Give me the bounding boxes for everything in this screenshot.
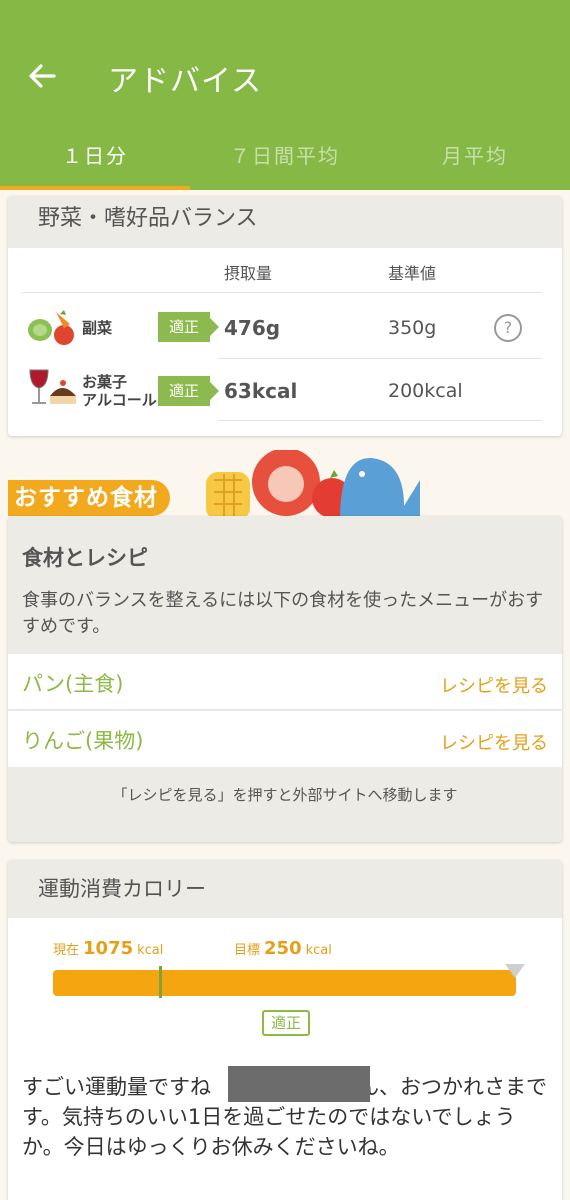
side-dish-label: 副菜: [82, 319, 113, 337]
help-icon[interactable]: ?: [494, 314, 522, 342]
view-recipe-link[interactable]: レシピを見る: [440, 672, 548, 698]
status-badge: 適正: [262, 1010, 310, 1036]
sweets-alcohol-label-line1: お菓子: [82, 373, 128, 391]
back-arrow-icon[interactable]: [24, 58, 60, 94]
list-item: パン(主食) レシピを見る: [8, 654, 562, 710]
list-item: りんご(果物) レシピを見る: [8, 711, 562, 767]
balance-card: 野菜・嗜好品バランス 摂取量 基準値 副菜 適正 476g 350g ? お菓子…: [8, 196, 562, 436]
vegetables-icon: [28, 310, 74, 345]
side-dish-standard: 350g: [388, 317, 437, 339]
goal-value: 250: [264, 938, 302, 959]
page-title: アドバイス: [108, 64, 263, 99]
goal-marker: [159, 966, 162, 998]
tab-seven-day-average[interactable]: ７日間平均: [190, 140, 380, 169]
view-recipe-link[interactable]: レシピを見る: [440, 729, 548, 755]
recipe-card: 食材とレシピ 食事のバランスを整えるには以下の食材を使ったメニューがおすすめです…: [8, 516, 562, 842]
sweets-alcohol-standard: 200kcal: [388, 380, 463, 402]
standard-column-header: 基準値: [388, 264, 437, 283]
app-bar: アドバイス １日分 ７日間平均 月平均: [0, 0, 570, 190]
exercise-calories-card: 運動消費カロリー 現在 1075 kcal 目標 250 kcal 適正 すごい運動量で…: [8, 860, 562, 1200]
balance-card-title: 野菜・嗜好品バランス: [8, 196, 562, 248]
sweets-alcohol-intake: 63kcal: [224, 379, 298, 403]
external-site-note: 「レシピを見る」を押すと外部サイトへ移動します: [112, 786, 458, 804]
tab-one-day[interactable]: １日分: [0, 140, 190, 169]
sweets-alcohol-label-line2: アルコール: [82, 391, 157, 409]
recipe-card-title: 食材とレシピ: [22, 546, 148, 570]
sweets-alcohol-icon: [29, 369, 76, 404]
goal-label: 目標: [234, 943, 261, 958]
side-dish-intake: 476g: [224, 316, 281, 340]
side-dish-status-badge: 適正: [158, 312, 219, 342]
recommended-foods-banner: おすすめ食材: [8, 480, 170, 516]
sweets-alcohol-status-badge: 適正: [158, 376, 219, 406]
divider: [218, 358, 542, 359]
exercise-card-title: 運動消費カロリー: [8, 860, 562, 918]
recipe-card-header: 食材とレシピ 食事のバランスを整えるには以下の食材を使ったメニューがおすすめです…: [8, 516, 562, 654]
current-value: 1075: [83, 938, 134, 959]
divider: [218, 420, 542, 421]
food-name: りんご(果物): [22, 729, 144, 753]
current-calories-readout: 現在 1075 kcal: [53, 938, 163, 959]
current-label: 現在: [53, 943, 80, 958]
redacted-username: [228, 1066, 370, 1102]
divider: [22, 292, 542, 293]
intake-column-header: 摂取量: [224, 264, 273, 283]
calorie-progress-bar: [53, 970, 516, 996]
goal-calories-readout: 目標 250 kcal: [234, 938, 332, 959]
tab-monthly-average[interactable]: 月平均: [380, 140, 570, 169]
current-unit: kcal: [137, 943, 164, 958]
current-position-marker-icon: [505, 964, 525, 978]
recipe-description: 食事のバランスを整えるには以下の食材を使ったメニューがおすすめです。: [22, 590, 544, 637]
goal-unit: kcal: [305, 943, 332, 958]
tab-indicator: [0, 186, 190, 190]
food-name: パン(主食): [22, 672, 124, 696]
